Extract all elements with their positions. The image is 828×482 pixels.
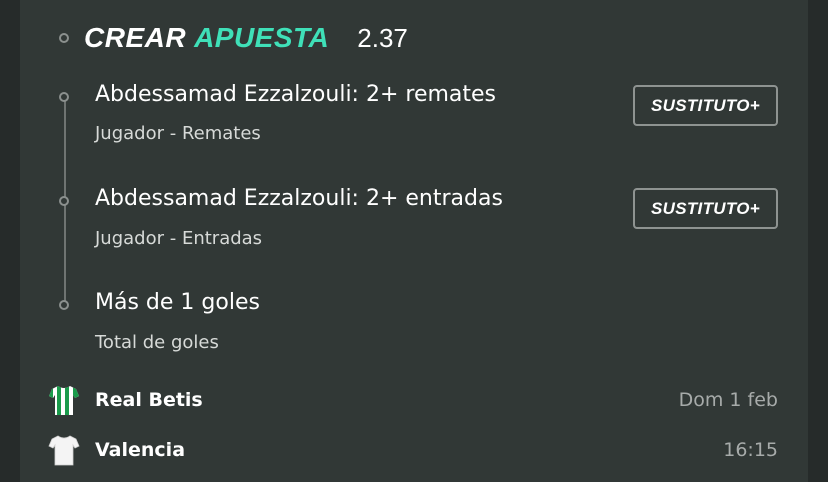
combined-odds: 2.37 <box>357 22 408 53</box>
green-white-striped-jersey-icon <box>49 386 79 415</box>
match-date: Dom 1 feb <box>678 389 778 411</box>
away-team-row: Valencia 16:15 <box>48 432 778 468</box>
selection-title: Más de 1 goles <box>95 290 260 315</box>
timeline-dot-icon <box>59 196 69 206</box>
selection-subtitle: Total de goles <box>95 332 219 353</box>
header-title-apuesta: APUESTA <box>194 22 330 53</box>
home-team-name: Real Betis <box>95 389 203 411</box>
bet-builder-header: CREAR APUESTA 2.37 <box>84 20 408 56</box>
substitute-button[interactable]: SUSTITUTO+ <box>633 85 778 126</box>
selection-subtitle: Jugador - Remates <box>95 123 261 144</box>
away-team-name: Valencia <box>95 439 186 461</box>
selection-title: Abdessamad Ezzalzouli: 2+ remates <box>95 82 497 107</box>
header-dot-icon <box>59 33 69 43</box>
match-time: 16:15 <box>723 439 778 461</box>
selection-subtitle: Jugador - Entradas <box>95 228 263 249</box>
timeline-dot-icon <box>59 300 69 310</box>
header-title-crear: CREAR <box>84 22 187 53</box>
selection-title: Abdessamad Ezzalzouli: 2+ entradas <box>95 186 503 211</box>
timeline-dot-icon <box>59 92 69 102</box>
substitute-button[interactable]: SUSTITUTO+ <box>633 188 778 229</box>
home-team-row: Real Betis Dom 1 feb <box>48 382 778 418</box>
white-jersey-icon <box>48 435 80 466</box>
